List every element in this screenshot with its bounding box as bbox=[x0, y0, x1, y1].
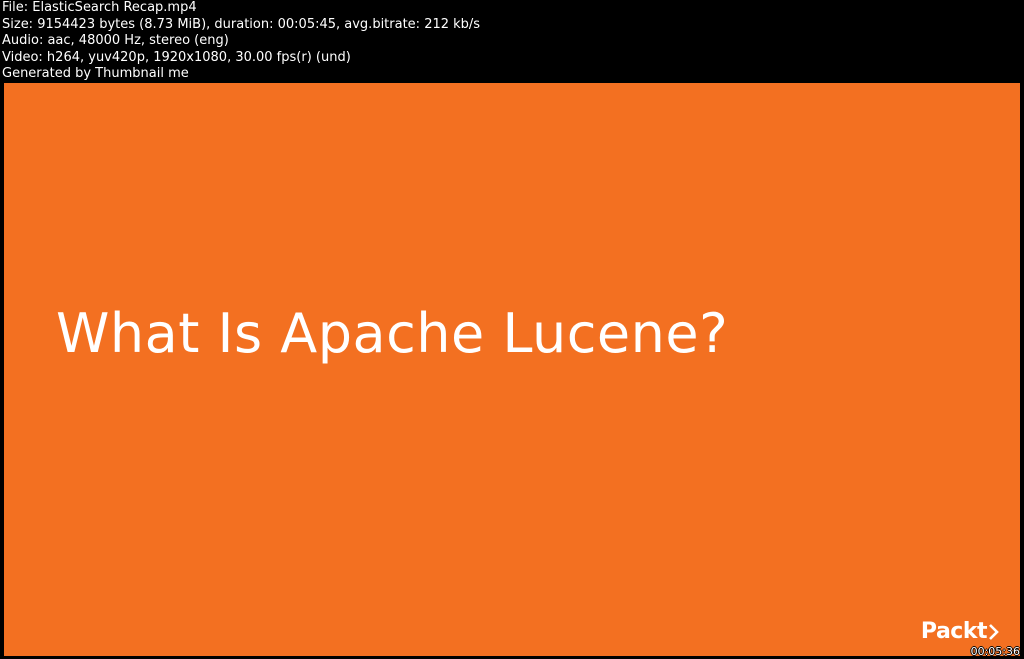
slide-title: What Is Apache Lucene? bbox=[56, 302, 729, 365]
packt-chevron-icon bbox=[989, 624, 999, 640]
frame-timestamp: 00:05:36 bbox=[970, 645, 1020, 658]
file-name-text: File: ElasticSearch Recap.mp4 bbox=[2, 0, 197, 15]
video-info-text: Video: h264, yuv420p, 1920x1080, 30.00 f… bbox=[2, 49, 351, 65]
video-frame: What Is Apache Lucene? Packt bbox=[4, 83, 1020, 656]
packt-logo: Packt bbox=[921, 618, 1000, 646]
generator-text: Generated by Thumbnail me bbox=[2, 66, 189, 81]
audio-info-text: Audio: aac, 48000 Hz, stereo (eng) bbox=[2, 33, 229, 48]
file-size-text: Size: 9154423 bytes (8.73 MiB), duration… bbox=[2, 16, 481, 32]
video-info-header: File: ElasticSearch Recap.mp4 Size: 9154… bbox=[2, 0, 1022, 83]
packt-logo-text: Packt bbox=[920, 619, 988, 644]
